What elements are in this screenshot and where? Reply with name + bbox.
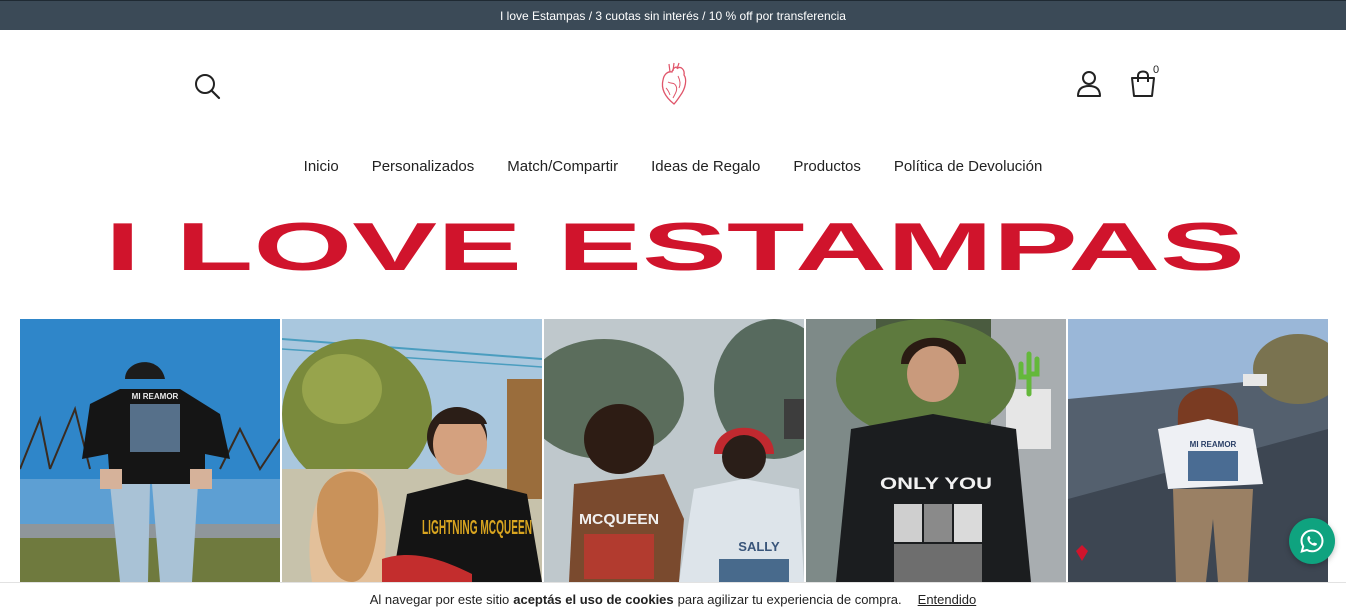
nav-item-match-compartir[interactable]: Match/Compartir [507,158,618,182]
search-button[interactable] [193,72,223,102]
gallery-photo-3[interactable]: MCQUEEN SALLY [544,319,804,582]
brand-logo[interactable] [656,60,692,108]
shirt-text: MCQUEEN [579,511,659,528]
shirt-text: LIGHTNING MCQUEEN [422,517,532,539]
cookie-text-after: para agilizar tu experiencia de compra. [677,591,902,607]
brand-banner: I LOVE ESTAMPAS [100,209,1250,285]
gallery-photo-1[interactable]: MI REAMOR [20,319,280,582]
photo-gallery: MI REAMOR LIGHTNING MCQUEEN MCQUEEN SALL… [20,319,1329,582]
shirt-text: MI REAMOR [1190,440,1237,449]
cookie-accept-button[interactable]: Entendido [918,592,977,607]
cart-count-badge: 0 [1153,64,1160,76]
gallery-photo-4[interactable]: ONLY YOU [806,319,1066,582]
whatsapp-icon [1300,529,1324,553]
gallery-photo-2[interactable]: LIGHTNING MCQUEEN [282,319,542,582]
shirt-text: ONLY YOU [880,474,992,493]
announcement-text: I love Estampas / 3 cuotas sin interés /… [500,8,846,23]
search-icon [195,74,221,100]
whatsapp-button[interactable] [1289,518,1335,564]
cookie-notice: Al navegar por este sitio aceptás el uso… [0,582,1346,615]
nav-item-politica-de-devolucion[interactable]: Política de Devolución [894,158,1042,182]
anatomical-heart-logo [661,62,687,105]
nav-item-personalizados[interactable]: Personalizados [372,158,475,182]
user-icon [1077,71,1101,97]
nav-item-ideas-de-regalo[interactable]: Ideas de Regalo [651,158,760,182]
site-header: 0 [0,30,1346,140]
announcement-bar: I love Estampas / 3 cuotas sin interés /… [0,0,1346,30]
nav-item-productos[interactable]: Productos [793,158,861,182]
shirt-text: SALLY [738,539,780,554]
cookie-text-before: Al navegar por este sitio [369,591,510,607]
account-button[interactable] [1076,70,1102,98]
banner-text: I LOVE ESTAMPAS [105,210,1245,285]
cookie-text-bold: aceptás el uso de cookies [513,591,674,607]
shirt-text: MI REAMOR [132,392,179,401]
main-nav: Inicio Personalizados Match/Compartir Id… [0,158,1346,182]
nav-item-inicio[interactable]: Inicio [304,158,339,182]
